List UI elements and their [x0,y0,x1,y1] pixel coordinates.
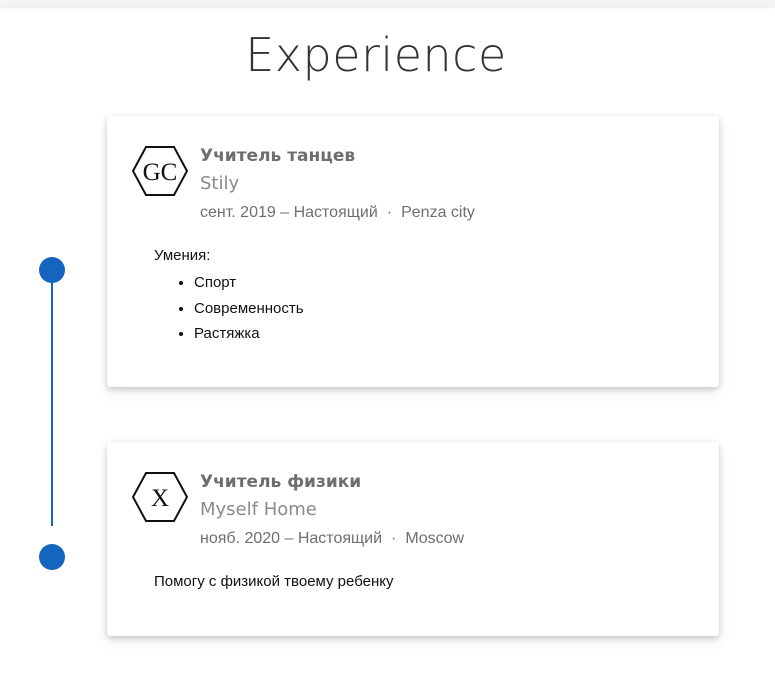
timeline-line [51,282,53,526]
job-dates: нояб. 2020 – Настоящий [200,530,383,547]
company-name: Stily [200,173,240,194]
job-description: Умения: Спорт Современность Растяжка [154,247,304,347]
job-description: Помогу с физикой твоему ребенку [154,573,394,590]
timeline-dot [39,544,65,570]
job-meta: нояб. 2020 – Настоящий · Moscow [200,530,464,548]
skills-list: Спорт Современность Растяжка [154,270,304,347]
experience-card: X Учитель физики Myself Home нояб. 2020 … [107,442,719,636]
section-title: Experience [245,28,507,82]
skills-label: Умения: [154,247,211,264]
skill-item: Современность [194,296,304,322]
meta-separator: · [386,204,393,221]
job-location: Moscow [405,530,465,547]
header-shadow [0,0,775,6]
logo-text: GC [143,159,178,186]
logo-text: X [151,485,169,512]
company-name: Myself Home [200,499,317,520]
job-dates: сент. 2019 – Настоящий [200,204,378,221]
experience-card: GC Учитель танцев Stily сент. 2019 – Нас… [107,116,719,387]
skill-item: Растяжка [194,321,304,347]
timeline-dot [39,257,65,283]
hexagon-logo-icon: GC [132,145,188,197]
job-title: Учитель танцев [200,146,356,166]
job-location: Penza city [401,204,475,221]
meta-separator: · [391,530,397,547]
job-meta: сент. 2019 – Настоящий · Penza city [200,204,475,222]
skill-item: Спорт [194,270,304,296]
job-title: Учитель физики [200,472,362,492]
hexagon-logo-icon: X [132,471,188,523]
experience-page: Experience GC Учитель танцев Stily сент.… [0,0,775,688]
